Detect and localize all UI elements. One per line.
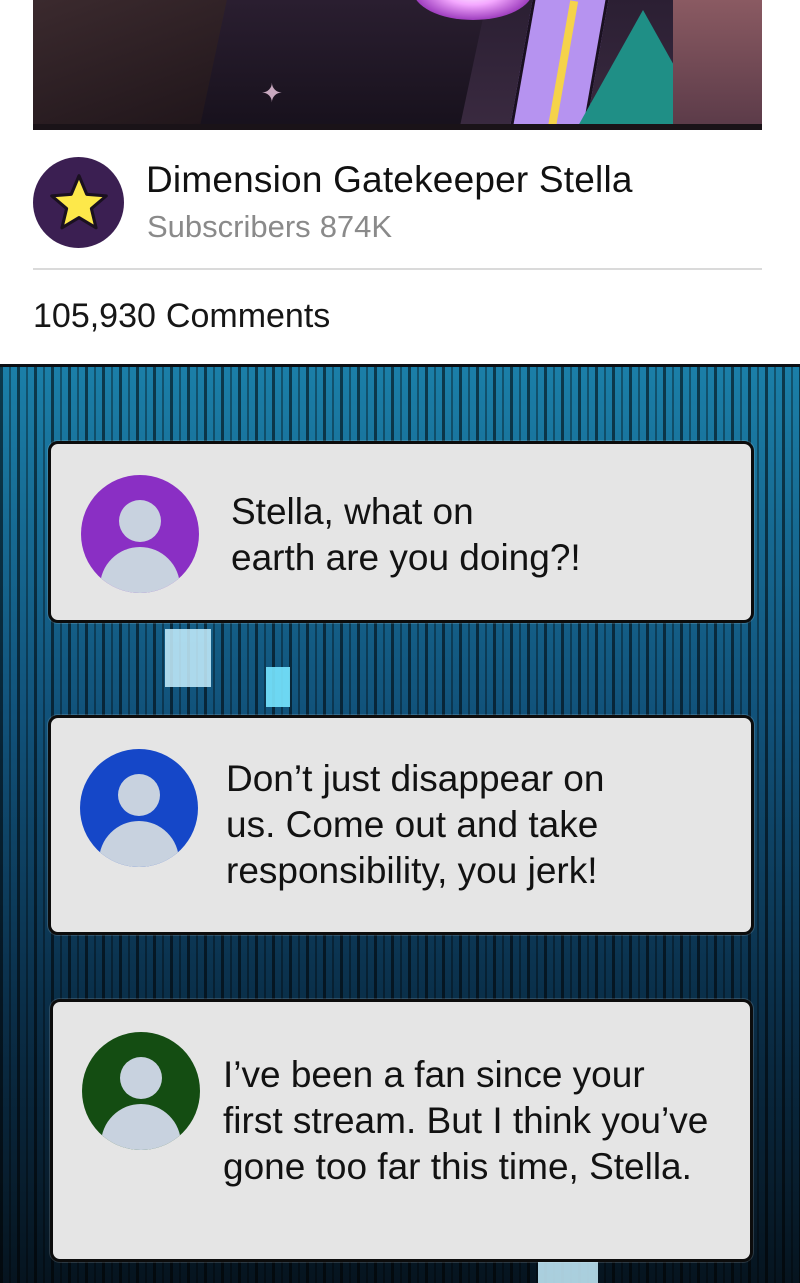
channel-avatar[interactable] [33,157,124,248]
star-icon [49,173,108,229]
glitch-pixel [266,667,290,707]
comment-line: responsibility, you jerk! [226,850,598,891]
divider [33,268,762,270]
commenter-avatar[interactable] [82,1032,200,1150]
thumbnail-shape [673,0,762,130]
user-icon-body [100,547,180,593]
thumbnail-edge [33,124,762,130]
comment-line: earth are you doing?! [231,537,581,578]
subscribers-label: Subscribers [147,209,311,244]
comment-card[interactable]: Don’t just disappear on us. Come out and… [48,715,754,935]
comment-text: I’ve been a fan since your first stream.… [223,1052,708,1190]
subscribers-value: 874K [319,209,393,244]
comment-line: gone too far this time, Stella. [223,1146,692,1187]
comments-count-value: 105,930 [33,297,156,335]
comment-line: first stream. But I think you’ve [223,1100,709,1141]
user-icon [120,1057,162,1099]
comment-card[interactable]: I’ve been a fan since your first stream.… [50,999,753,1262]
comment-line: Stella, what on [231,491,474,532]
user-icon [118,774,160,816]
comment-text: Stella, what on earth are you doing?! [231,489,581,581]
commenter-avatar[interactable] [80,749,198,867]
thumbnail-shape [199,0,487,130]
stream-thumbnail[interactable]: ✦ [33,0,762,130]
subscriber-count: Subscribers 874K [147,209,392,245]
comment-card[interactable]: Stella, what on earth are you doing?! [48,441,754,623]
user-icon [119,500,161,542]
user-icon-body [101,1104,181,1150]
sparkle-icon: ✦ [261,78,283,108]
comment-line: us. Come out and take [226,804,599,845]
comment-line: Don’t just disappear on [226,758,605,799]
user-icon-body [99,821,179,867]
glitch-pixel [165,629,211,687]
comment-text: Don’t just disappear on us. Come out and… [226,756,604,894]
channel-header: Dimension Gatekeeper Stella Subscribers 8… [33,155,762,255]
comment-line: I’ve been a fan since your [223,1054,645,1095]
comments-count[interactable]: 105,930 Comments [33,297,330,336]
commenter-avatar[interactable] [81,475,199,593]
channel-name[interactable]: Dimension Gatekeeper Stella [146,159,633,201]
comments-count-label: Comments [165,297,331,335]
